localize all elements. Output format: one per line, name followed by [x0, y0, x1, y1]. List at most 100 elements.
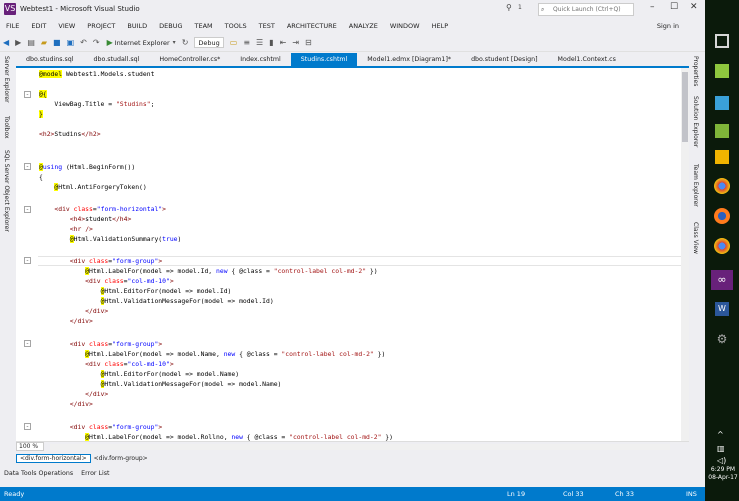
menu-debug[interactable]: DEBUG: [153, 22, 188, 30]
code-line: @Html.EditorFor(model => model.Id): [100, 287, 232, 295]
left-tool-rail: Server Explorer Toolbox SQL Server Objec…: [0, 52, 16, 472]
breadcrumb-form-horizontal[interactable]: <div.form-horizontal>: [16, 453, 91, 463]
menu-project[interactable]: PROJECT: [81, 22, 121, 30]
back-icon[interactable]: ◀: [3, 38, 9, 47]
team-explorer-tab[interactable]: Team Explorer: [692, 164, 699, 207]
standard-toolbar: ◀ ▶ ▤ ▰ ■ ▣ ↶ ↷ ▶ Internet Explorer ▾ ↻ …: [0, 34, 705, 52]
clock-date: 08-Apr-17: [708, 474, 738, 481]
fold-toggle-icon[interactable]: -: [24, 423, 31, 430]
code-editor[interactable]: - - - - - - @model Webtest1.Models.stude…: [16, 68, 681, 441]
code-line: ViewBag.Title = "Studins";: [39, 100, 155, 108]
close-icon[interactable]: ✕: [690, 2, 698, 12]
menu-tools[interactable]: TOOLS: [219, 22, 253, 30]
fold-toggle-icon[interactable]: -: [24, 91, 31, 98]
menu-test[interactable]: TEST: [253, 22, 281, 30]
menu-team[interactable]: TEAM: [189, 22, 219, 30]
server-explorer-tab[interactable]: Server Explorer: [3, 56, 10, 103]
filter-icon[interactable]: ⚲: [506, 3, 512, 12]
code-line: @Html.AntiForgeryToken(): [54, 183, 147, 191]
class-view-tab[interactable]: Class View: [692, 222, 699, 254]
menu-file[interactable]: FILE: [0, 22, 25, 30]
undo-icon[interactable]: ↶: [80, 38, 87, 47]
breadcrumb: <div.form-horizontal> <div.form-group>: [16, 452, 689, 464]
new-project-icon[interactable]: ▤: [27, 38, 35, 47]
editor-gutter: [16, 68, 38, 441]
save-all-icon[interactable]: ▣: [67, 38, 75, 47]
fold-toggle-icon[interactable]: -: [24, 206, 31, 213]
firefox-icon[interactable]: [714, 208, 730, 224]
minimize-icon[interactable]: –: [650, 2, 655, 12]
breadcrumb-form-group[interactable]: <div.form-group>: [91, 455, 151, 462]
open-file-icon[interactable]: ▰: [41, 38, 47, 47]
tab-model1-context[interactable]: Model1.Context.cs: [548, 53, 626, 66]
search-icon: ⌕: [541, 6, 545, 13]
sign-in-link[interactable]: Sign in: [657, 22, 679, 30]
start-debug-icon[interactable]: ▶: [107, 38, 113, 47]
save-icon[interactable]: ■: [53, 38, 61, 47]
redo-icon[interactable]: ↷: [93, 38, 100, 47]
windows-taskbar: ∞ W ⚙ ^ ▥ ◁) 6:29 PM 08-Apr-17: [705, 0, 739, 501]
tab-dbo-studall-sql[interactable]: dbo.studall.sql: [84, 53, 150, 66]
fold-toggle-icon[interactable]: -: [24, 257, 31, 264]
comment-icon[interactable]: ≡: [243, 38, 250, 47]
notification-count[interactable]: 1: [518, 4, 522, 11]
forward-icon[interactable]: ▶: [15, 38, 21, 47]
word-icon[interactable]: W: [715, 302, 729, 316]
volume-icon[interactable]: ◁): [717, 456, 726, 465]
menu-edit[interactable]: EDIT: [25, 22, 52, 30]
chevron-down-icon[interactable]: ▾: [173, 39, 176, 46]
menu-analyze[interactable]: ANALYZE: [343, 22, 384, 30]
menu-window[interactable]: WINDOW: [384, 22, 426, 30]
quick-launch-input[interactable]: ⌕ Quick Launch (Ctrl+Q): [538, 3, 634, 16]
zoom-level-select[interactable]: 100 %: [16, 442, 44, 451]
app-tile-icon[interactable]: [715, 124, 729, 138]
editor-horizontal-scrollbar[interactable]: [50, 444, 670, 450]
status-char: Ch 33: [615, 490, 634, 498]
tab-data-tools-operations[interactable]: Data Tools Operations: [0, 470, 77, 477]
chrome-icon[interactable]: [714, 178, 730, 194]
scrollbar-thumb[interactable]: [682, 72, 688, 142]
clear-bookmarks-icon[interactable]: ⊟: [305, 38, 312, 47]
file-explorer-icon[interactable]: [715, 150, 729, 164]
tab-homecontroller[interactable]: HomeController.cs*: [149, 53, 230, 66]
editor-vertical-scrollbar[interactable]: [681, 68, 689, 441]
settings-gear-icon[interactable]: ⚙: [715, 332, 729, 346]
app-tile-icon[interactable]: [715, 64, 729, 78]
menu-architecture[interactable]: ARCHITECTURE: [281, 22, 343, 30]
uncomment-icon[interactable]: ☰: [256, 38, 263, 47]
find-in-files-icon[interactable]: ▭: [230, 38, 238, 47]
chevron-up-icon[interactable]: ^: [717, 430, 724, 439]
properties-tab[interactable]: Properties: [692, 56, 699, 86]
tab-model1-edmx[interactable]: Model1.edmx [Diagram1]*: [357, 53, 461, 66]
toolbox-tab[interactable]: Toolbox: [3, 116, 10, 139]
refresh-icon[interactable]: ↻: [182, 38, 189, 47]
tab-index-cshtml[interactable]: Index.cshtml: [230, 53, 290, 66]
code-line: <div class="col-md-10">: [85, 360, 174, 368]
tab-studins-cshtml[interactable]: Studins.cshtml: [290, 53, 358, 66]
configuration-select[interactable]: Debug: [194, 37, 224, 48]
task-view-icon[interactable]: [715, 34, 729, 48]
prev-bookmark-icon[interactable]: ⇤: [280, 38, 287, 47]
maximize-icon[interactable]: ☐: [670, 2, 678, 12]
chrome-icon[interactable]: [714, 238, 730, 254]
network-icon[interactable]: ▥: [717, 444, 725, 453]
solution-explorer-tab[interactable]: Solution Explorer: [692, 96, 699, 147]
tab-error-list[interactable]: Error List: [77, 470, 113, 477]
bookmark-icon[interactable]: ▮: [269, 38, 273, 47]
fold-toggle-icon[interactable]: -: [24, 163, 31, 170]
sql-server-object-explorer-tab[interactable]: SQL Server Object Explorer: [3, 150, 10, 232]
system-clock[interactable]: 6:29 PM 08-Apr-17: [707, 466, 739, 482]
run-target-button[interactable]: Internet Explorer: [115, 39, 170, 47]
fold-toggle-icon[interactable]: -: [24, 340, 31, 347]
code-line: {: [39, 173, 43, 181]
code-line: <div class="form-group">: [69, 257, 163, 265]
app-tile-icon[interactable]: [715, 96, 729, 110]
next-bookmark-icon[interactable]: ⇥: [292, 38, 299, 47]
menu-build[interactable]: BUILD: [121, 22, 153, 30]
tab-dbo-student-design[interactable]: dbo.student [Design]: [461, 53, 547, 66]
visual-studio-taskbar-icon[interactable]: ∞: [711, 270, 733, 290]
menu-help[interactable]: HELP: [426, 22, 455, 30]
menu-view[interactable]: VIEW: [52, 22, 81, 30]
title-bar: VS Webtest1 - Microsoft Visual Studio ⚲ …: [0, 0, 705, 18]
tab-dbo-studins-sql[interactable]: dbo.studins.sql: [16, 53, 84, 66]
